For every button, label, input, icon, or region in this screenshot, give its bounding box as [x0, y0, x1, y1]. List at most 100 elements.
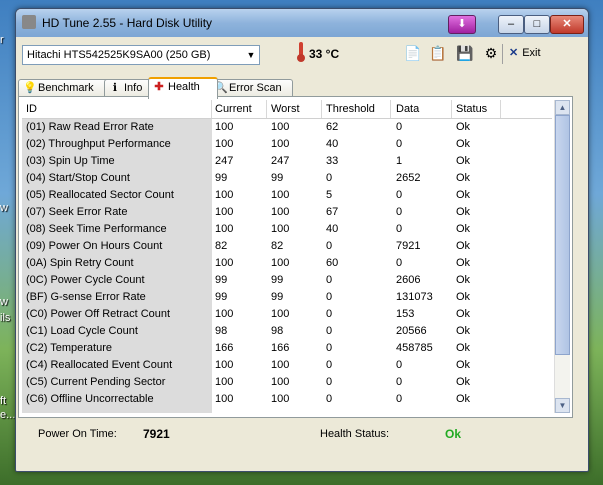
power-on-time-value: 7921 — [143, 427, 170, 441]
close-button[interactable]: ✕ — [550, 15, 584, 34]
options-icon[interactable]: ⚙ — [482, 44, 500, 62]
table-row[interactable]: (C2) Temperature 166 166 0 458785 Ok — [22, 340, 552, 357]
cell-threshold: 40 — [326, 138, 339, 150]
cell-worst: 82 — [271, 240, 284, 252]
cell-current: 100 — [215, 393, 234, 405]
cell-status: Ok — [456, 325, 471, 337]
cell-worst: 100 — [271, 189, 290, 201]
vertical-scrollbar[interactable]: ▲ ▼ — [554, 100, 570, 413]
table-row[interactable]: (0C) Power Cycle Count 99 99 0 2606 Ok — [22, 272, 552, 289]
copy-text-icon[interactable]: 📄 — [404, 44, 422, 62]
title-bar[interactable]: HD Tune 2.55 - Hard Disk Utility ⬇ – □ ✕ — [16, 9, 588, 37]
cell-threshold: 0 — [326, 308, 333, 320]
cell-status: Ok — [456, 138, 471, 150]
exit-button[interactable]: ✕ Exit — [509, 46, 541, 59]
cell-threshold: 0 — [326, 393, 333, 405]
tab-label: Benchmark — [38, 82, 94, 94]
cell-data: 0 — [396, 257, 403, 269]
info-icon: ℹ — [112, 82, 118, 94]
cell-data: 0 — [396, 189, 403, 201]
column-header-threshold[interactable]: Threshold — [326, 103, 375, 115]
column-header-data[interactable]: Data — [396, 103, 419, 115]
cell-id: (BF) G-sense Error Rate — [26, 291, 146, 303]
cell-id: (01) Raw Read Error Rate — [26, 121, 154, 133]
table-row[interactable]: (C1) Load Cycle Count 98 98 0 20566 Ok — [22, 323, 552, 340]
cell-worst: 100 — [271, 376, 290, 388]
scroll-thumb[interactable] — [555, 115, 570, 355]
cell-threshold: 0 — [326, 376, 333, 388]
table-row[interactable]: (C5) Current Pending Sector 100 100 0 0 Ok — [22, 374, 552, 391]
chevron-down-icon[interactable]: ▼ — [243, 46, 259, 64]
cell-id: (04) Start/Stop Count — [26, 172, 130, 184]
cell-current: 98 — [215, 325, 228, 337]
cell-threshold: 0 — [326, 172, 333, 184]
cell-threshold: 0 — [326, 274, 333, 286]
cell-id: (C6) Offline Uncorrectable — [26, 393, 154, 405]
cell-data: 458785 — [396, 342, 433, 354]
cell-id: (C0) Power Off Retract Count — [26, 308, 171, 320]
cell-current: 100 — [215, 359, 234, 371]
column-header-current[interactable]: Current — [215, 103, 252, 115]
column-header-worst[interactable]: Worst — [271, 103, 300, 115]
table-row[interactable]: (01) Raw Read Error Rate 100 100 62 0 Ok — [22, 119, 552, 136]
table-row[interactable]: (08) Seek Time Performance 100 100 40 0 Ok — [22, 221, 552, 238]
cell-id: (03) Spin Up Time — [26, 155, 115, 167]
copy-screenshot-icon[interactable]: 📋 — [429, 44, 447, 62]
cell-worst: 100 — [271, 359, 290, 371]
cell-threshold: 62 — [326, 121, 339, 133]
cell-worst: 100 — [271, 206, 290, 218]
cell-data: 0 — [396, 376, 403, 388]
smart-table: ID Current Worst Threshold Data Status (… — [22, 100, 552, 413]
cell-current: 100 — [215, 308, 234, 320]
status-bar: Power On Time: 7921 Health Status: Ok — [18, 424, 571, 448]
health-panel: ID Current Worst Threshold Data Status (… — [18, 96, 573, 418]
scroll-down-icon[interactable]: ▼ — [555, 398, 570, 413]
cell-current: 100 — [215, 257, 234, 269]
cell-worst: 100 — [271, 393, 290, 405]
table-row[interactable]: (C0) Power Off Retract Count 100 100 0 153 Ok — [22, 306, 552, 323]
cell-threshold: 0 — [326, 325, 333, 337]
table-row[interactable]: (0A) Spin Retry Count 100 100 60 0 Ok — [22, 255, 552, 272]
cell-data: 0 — [396, 393, 403, 405]
maximize-button[interactable]: □ — [524, 15, 550, 34]
table-row[interactable]: (05) Reallocated Sector Count 100 100 5 0 Ok — [22, 187, 552, 204]
column-header-status[interactable]: Status — [456, 103, 487, 115]
cell-id: (C4) Reallocated Event Count — [26, 359, 173, 371]
cell-current: 166 — [215, 342, 234, 354]
cell-data: 2606 — [396, 274, 421, 286]
drive-select[interactable]: Hitachi HTS542525K9SA00 (250 GB) ▼ — [22, 45, 260, 65]
cell-worst: 100 — [271, 308, 290, 320]
cell-worst: 166 — [271, 342, 290, 354]
table-row[interactable]: (C6) Offline Uncorrectable 100 100 0 0 Ok — [22, 391, 552, 408]
cell-data: 0 — [396, 359, 403, 371]
column-header-id[interactable]: ID — [26, 103, 37, 115]
table-row[interactable]: (07) Seek Error Rate 100 100 67 0 Ok — [22, 204, 552, 221]
table-row[interactable]: (BF) G-sense Error Rate 99 99 0 131073 Ok — [22, 289, 552, 306]
cell-current: 100 — [215, 376, 234, 388]
cell-current: 100 — [215, 206, 234, 218]
cell-worst: 100 — [271, 223, 290, 235]
tab-label: Error Scan — [229, 82, 282, 94]
toolbar-divider — [502, 44, 503, 64]
table-row[interactable]: (C4) Reallocated Event Count 100 100 0 0 Ok — [22, 357, 552, 374]
cell-status: Ok — [456, 206, 471, 218]
table-row[interactable]: (02) Throughput Performance 100 100 40 0 Ok — [22, 136, 552, 153]
exit-label: Exit — [522, 47, 541, 59]
cell-id: (09) Power On Hours Count — [26, 240, 163, 252]
minimize-button[interactable]: – — [498, 15, 524, 34]
save-icon[interactable]: 💾 — [456, 44, 474, 62]
cell-id: (05) Reallocated Sector Count — [26, 189, 174, 201]
tab-health[interactable]: ✚ Health — [148, 77, 218, 99]
power-on-time-label: Power On Time: — [38, 428, 117, 440]
table-row[interactable]: (09) Power On Hours Count 82 82 0 7921 Ok — [22, 238, 552, 255]
cell-worst: 99 — [271, 172, 284, 184]
tab-error-scan[interactable]: 🔍Error Scan — [209, 79, 293, 97]
cell-threshold: 67 — [326, 206, 339, 218]
cell-data: 153 — [396, 308, 415, 320]
tab-benchmark[interactable]: 💡Benchmark — [18, 79, 114, 97]
download-icon[interactable]: ⬇ — [448, 15, 476, 34]
scroll-up-icon[interactable]: ▲ — [555, 100, 570, 115]
table-row[interactable]: (04) Start/Stop Count 99 99 0 2652 Ok — [22, 170, 552, 187]
cell-data: 20566 — [396, 325, 427, 337]
table-row[interactable]: (03) Spin Up Time 247 247 33 1 Ok — [22, 153, 552, 170]
